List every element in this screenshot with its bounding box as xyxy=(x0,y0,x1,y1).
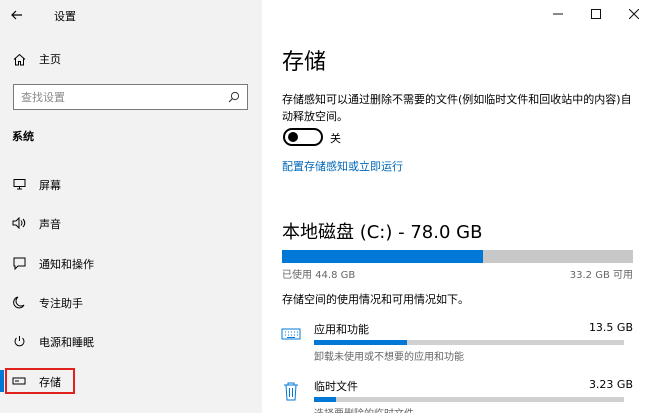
sidebar-item-label: 电源和睡眠 xyxy=(39,336,94,349)
storage-sense-toggle[interactable] xyxy=(283,128,323,146)
disk-usage-fill xyxy=(282,250,484,263)
sidebar-item-display[interactable]: 屏幕 xyxy=(0,169,262,199)
moon-icon xyxy=(12,295,26,309)
disk-available-label: 33.2 GB 可用 xyxy=(569,270,633,281)
title-bar-left: 设置 xyxy=(0,0,262,30)
category-bar-fill xyxy=(314,340,407,345)
sidebar-item-label: 通知和操作 xyxy=(39,258,94,271)
maximize-button[interactable] xyxy=(586,4,606,24)
category-name: 临时文件 xyxy=(314,380,358,393)
disk-usage-bar xyxy=(282,250,633,263)
category-name: 应用和功能 xyxy=(314,323,369,336)
sidebar-item-label: 专注助手 xyxy=(39,297,83,310)
sidebar-item-power[interactable]: 电源和睡眠 xyxy=(0,326,262,356)
close-button[interactable] xyxy=(624,4,644,24)
minimize-icon xyxy=(553,13,563,15)
category-apps[interactable]: 应用和功能 13.5 GB 卸载未使用或不想要的应用和功能 xyxy=(280,319,635,363)
nav-home[interactable]: 主页 xyxy=(0,44,262,74)
monitor-icon xyxy=(12,177,26,191)
minimize-button[interactable] xyxy=(548,4,568,24)
sidebar-item-storage[interactable]: 存储 xyxy=(0,366,262,396)
toggle-knob xyxy=(288,132,298,142)
category-bar xyxy=(314,397,624,402)
category-bar-fill xyxy=(314,397,336,402)
sidebar-item-label: 声音 xyxy=(39,218,61,231)
keyboard-icon xyxy=(280,323,302,345)
toggle-state-label: 关 xyxy=(330,132,341,145)
selection-indicator xyxy=(0,370,4,392)
category-subtitle: 卸载未使用或不想要的应用和功能 xyxy=(314,352,464,363)
back-arrow-icon xyxy=(11,10,22,20)
trash-icon xyxy=(280,380,302,402)
page-title: 存储 xyxy=(282,50,327,75)
sidebar-item-label: 屏幕 xyxy=(39,179,61,192)
usage-description: 存储空间的使用情况和可用情况如下。 xyxy=(282,293,469,306)
storage-sense-description: 存储感知可以通过删除不需要的文件(例如临时文件和回收站中的内容)自动释放空间。 xyxy=(282,93,632,123)
category-temp-files[interactable]: 临时文件 3.23 GB 选择要删除的临时文件 xyxy=(280,376,635,413)
sidebar-item-focus-assist[interactable]: 专注助手 xyxy=(0,287,262,317)
maximize-icon xyxy=(591,9,601,19)
home-icon xyxy=(12,52,26,66)
disk-title: 本地磁盘 (C:) - 78.0 GB xyxy=(282,222,483,243)
storage-drive-icon xyxy=(12,374,26,388)
nav-home-label: 主页 xyxy=(39,53,61,66)
sidebar-item-label: 存储 xyxy=(39,376,61,389)
search-icon[interactable] xyxy=(228,91,240,103)
search-box[interactable] xyxy=(13,84,248,110)
category-bar xyxy=(314,340,624,345)
close-icon xyxy=(629,9,639,19)
notification-icon xyxy=(12,256,26,270)
speaker-icon xyxy=(12,216,26,230)
search-input[interactable] xyxy=(14,85,224,109)
category-size: 13.5 GB xyxy=(588,321,633,334)
sidebar: 设置 主页 系统 屏幕 声音 通知和操作 专注助手 xyxy=(0,0,262,413)
window-title: 设置 xyxy=(54,10,76,23)
main-content: 存储 存储感知可以通过删除不需要的文件(例如临时文件和回收站中的内容)自动释放空… xyxy=(262,0,650,413)
sidebar-item-sound[interactable]: 声音 xyxy=(0,208,262,238)
category-size: 3.23 GB xyxy=(588,378,633,391)
disk-used-label: 已使用 44.8 GB xyxy=(282,270,356,281)
configure-storage-sense-link[interactable]: 配置存储感知或立即运行 xyxy=(282,158,403,174)
section-title: 系统 xyxy=(12,130,34,143)
back-button[interactable] xyxy=(6,4,28,26)
sidebar-item-notifications[interactable]: 通知和操作 xyxy=(0,248,262,278)
power-icon xyxy=(12,334,26,348)
category-subtitle: 选择要删除的临时文件 xyxy=(314,405,414,413)
